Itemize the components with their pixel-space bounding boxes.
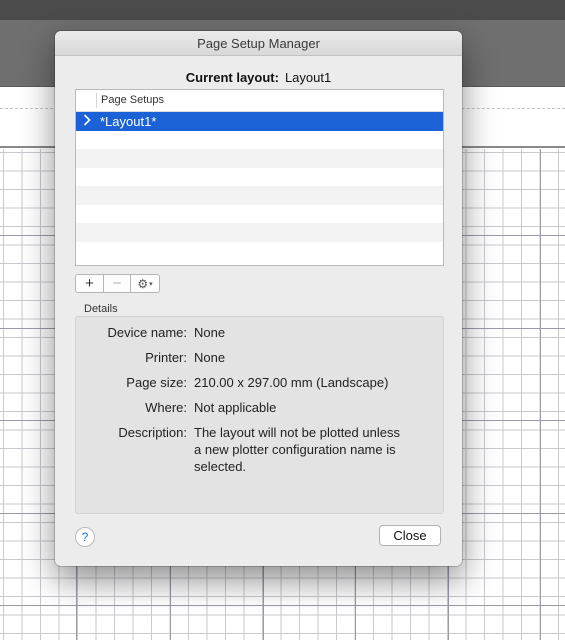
grid-major-line <box>540 149 541 640</box>
printer-value: None <box>194 350 226 365</box>
grid-major-line <box>0 605 565 606</box>
list-item-layout1[interactable]: *Layout1* <box>76 112 443 131</box>
list-empty-row <box>76 242 443 261</box>
description-line: a new plotter configuration name is <box>194 442 396 457</box>
column-separator <box>96 93 97 108</box>
caret-down-icon: ▾ <box>149 280 153 288</box>
printer-label: Printer: <box>145 350 187 365</box>
list-empty-row <box>76 186 443 205</box>
where-value: Not applicable <box>194 400 277 415</box>
dialog-title: Page Setup Manager <box>197 36 320 51</box>
app-title-bar <box>0 0 565 20</box>
details-panel: Device name: None Printer: None Page siz… <box>75 316 444 514</box>
details-section-label: Details <box>84 303 118 315</box>
list-empty-row <box>76 149 443 168</box>
gear-menu-button[interactable]: ⚙ ▾ <box>131 274 160 293</box>
list-item-label: *Layout1* <box>100 114 157 129</box>
device-name-value: None <box>194 325 226 340</box>
description-label: Description: <box>118 425 187 440</box>
add-page-setup-button[interactable]: + <box>75 274 104 293</box>
dialog-title-bar[interactable]: Page Setup Manager <box>55 31 462 56</box>
list-action-buttons: + − ⚙ ▾ <box>75 274 160 293</box>
close-button[interactable]: Close <box>379 525 441 546</box>
list-empty-row <box>76 223 443 242</box>
description-line: selected. <box>194 459 247 474</box>
current-layout-label: Current layout: <box>185 70 279 85</box>
current-layout-line: Current layout: Layout1 <box>55 70 462 85</box>
description-line: The layout will not be plotted unless <box>194 425 400 440</box>
list-empty-row <box>76 168 443 187</box>
current-layout-value: Layout1 <box>284 70 332 85</box>
help-button[interactable]: ? <box>75 527 95 547</box>
remove-page-setup-button[interactable]: − <box>104 274 131 293</box>
page-size-value: 210.00 x 297.00 mm (Landscape) <box>194 375 389 390</box>
where-label: Where: <box>145 400 187 415</box>
list-empty-row <box>76 131 443 150</box>
page-setups-list[interactable]: Page Setups *Layout1* <box>75 89 444 266</box>
list-header: Page Setups <box>76 90 443 112</box>
chevron-right-icon[interactable] <box>83 111 91 129</box>
page-setup-manager-dialog: Page Setup Manager Current layout: Layout… <box>55 31 462 566</box>
description-value: The layout will not be plotted unless a … <box>194 424 429 475</box>
list-empty-row <box>76 205 443 224</box>
device-name-label: Device name: <box>107 325 187 340</box>
page-setups-column-header[interactable]: Page Setups <box>101 94 164 106</box>
gear-icon: ⚙ <box>137 276 149 291</box>
page-size-label: Page size: <box>126 375 187 390</box>
list-rows: *Layout1* <box>76 112 443 260</box>
